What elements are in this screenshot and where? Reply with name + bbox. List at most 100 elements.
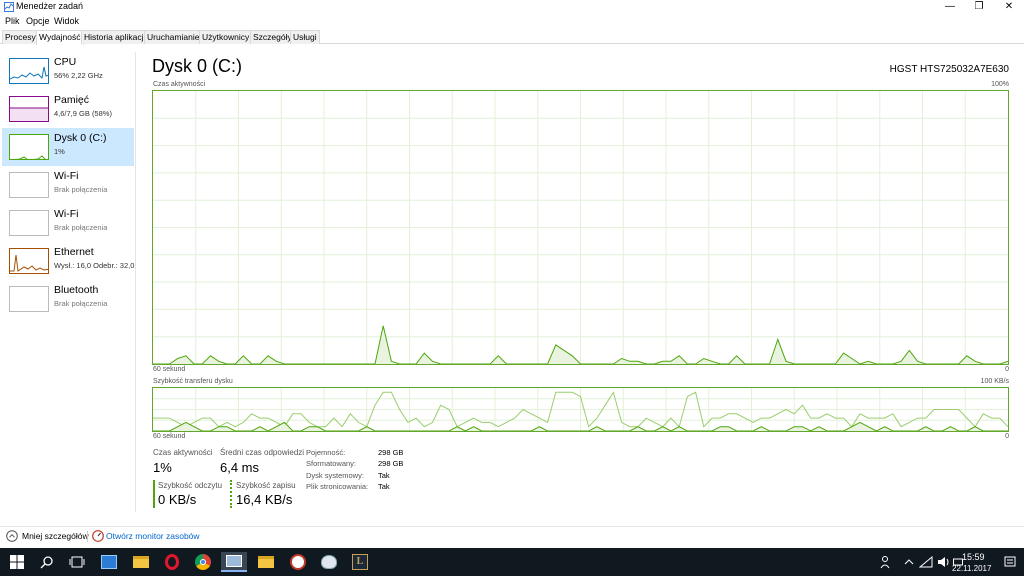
clock-time[interactable]: 15:59: [962, 552, 985, 562]
graph2-label: Szybkość transferu dysku: [153, 378, 233, 385]
file-explorer-icon[interactable]: [128, 552, 154, 572]
chrome-icon[interactable]: [190, 552, 216, 572]
resource-monitor-icon[interactable]: [92, 530, 104, 542]
sidebar-item-sub: Brak połączenia: [54, 299, 108, 308]
maximize-button[interactable]: ❐: [964, 0, 994, 14]
disk-thumbnail: [9, 134, 49, 160]
page-file-label: Plik stronicowania:: [306, 482, 369, 491]
search-icon[interactable]: [34, 552, 60, 572]
clock-date[interactable]: 22.11.2017: [952, 564, 991, 573]
bluetooth-thumbnail: [9, 286, 49, 312]
resource-sidebar: CPU 56% 2,22 GHz Pamięć 4,6/7,9 GB (58%)…: [0, 52, 136, 512]
window-title: Menedżer zadań: [16, 1, 84, 11]
menu-file[interactable]: Plik: [5, 16, 20, 26]
active-time-graph-svg: [153, 91, 1009, 365]
graph2-max: 100 KB/s: [980, 378, 1009, 385]
volume-icon[interactable]: [937, 556, 951, 568]
memory-thumbnail: [9, 96, 49, 122]
sidebar-item-ethernet[interactable]: Ethernet Wysł.: 16,0 Odebr.: 32,0: [2, 242, 134, 280]
chevron-up-icon[interactable]: [6, 530, 18, 542]
taskbar: L 15:59 22.11.2017: [0, 548, 1024, 576]
system-disk-value: Tak: [378, 471, 390, 480]
tab-processes[interactable]: Procesy: [2, 30, 39, 44]
read-rate-label: Szybkość odczytu: [158, 481, 223, 490]
page-file-value: Tak: [378, 482, 390, 491]
sidebar-item-label: Wi-Fi: [54, 208, 79, 220]
sidebar-item-label: Pamięć: [54, 94, 90, 106]
write-rate-marker: [230, 480, 232, 508]
sidebar-item-sub: 1%: [54, 147, 65, 156]
footer-divider: [87, 531, 88, 542]
sidebar-item-label: Wi-Fi: [54, 170, 79, 182]
sidebar-item-label: Dysk 0 (C:): [54, 132, 107, 144]
tab-details[interactable]: Szczegóły: [250, 30, 295, 44]
menu-bar: Plik Opcje Widok: [0, 14, 1024, 28]
notification-icon[interactable]: [1004, 556, 1016, 568]
graph1-min: 0: [1005, 366, 1009, 373]
page-title: Dysk 0 (C:): [152, 56, 242, 76]
task-manager-window: Menedżer zadań — ❐ ✕ Plik Opcje Widok Pr…: [0, 0, 1024, 548]
sidebar-item-bluetooth[interactable]: Bluetooth Brak połączenia: [2, 280, 134, 318]
sidebar-item-sub: Wysł.: 16,0 Odebr.: 32,0: [54, 261, 135, 270]
formatted-value: 298 GB: [378, 459, 404, 468]
clock-app-icon[interactable]: [285, 552, 311, 572]
menu-view[interactable]: Widok: [54, 16, 79, 26]
league-of-legends-icon[interactable]: L: [347, 552, 373, 572]
app-icon-blue[interactable]: [96, 552, 122, 572]
graph2-min: 0: [1005, 433, 1009, 440]
start-windows-icon[interactable]: [4, 552, 30, 572]
response-time-label: Średni czas odpowiedzi: [220, 448, 305, 457]
system-disk-label: Dysk systemowy:: [306, 471, 364, 480]
graph1-time: 60 sekund: [153, 366, 186, 373]
transfer-rate-graph-svg: [153, 388, 1009, 432]
minimize-button[interactable]: —: [935, 0, 965, 14]
tab-users[interactable]: Użytkownicy: [199, 30, 253, 44]
wifi-thumbnail: [9, 172, 49, 198]
formatted-label: Sformatowany:: [306, 459, 357, 468]
sidebar-item-wifi-1[interactable]: Wi-Fi Brak połączenia: [2, 166, 134, 204]
sidebar-item-label: CPU: [54, 56, 77, 68]
graph2-time: 60 sekund: [153, 433, 186, 440]
tab-services[interactable]: Usługi: [290, 30, 320, 44]
capacity-label: Pojemność:: [306, 448, 346, 457]
tab-startup[interactable]: Uruchamianie: [144, 30, 203, 44]
sidebar-item-label: Bluetooth: [54, 284, 99, 296]
footer: Mniej szczegółów Otwórz monitor zasobów: [0, 526, 1024, 546]
folder-icon[interactable]: [253, 552, 279, 572]
sidebar-item-cpu[interactable]: CPU 56% 2,22 GHz: [2, 52, 134, 90]
tab-app-history[interactable]: Historia aplikacji: [81, 30, 149, 44]
task-view-icon[interactable]: [64, 552, 90, 572]
title-bar: Menedżer zadań — ❐ ✕: [0, 0, 1024, 14]
sidebar-item-sub: Brak połączenia: [54, 223, 108, 232]
write-rate-label: Szybkość zapisu: [236, 481, 296, 490]
tab-performance[interactable]: Wydajność: [36, 30, 84, 45]
read-rate-marker: [153, 480, 155, 508]
write-rate-value: 16,4 KB/s: [236, 492, 293, 507]
opera-icon[interactable]: [159, 552, 185, 572]
task-manager-icon: [4, 2, 14, 12]
show-hidden-icons-icon[interactable]: [904, 558, 914, 566]
disk-model: HGST HTS725032A7E630: [889, 64, 1009, 75]
ethernet-thumbnail: [9, 248, 49, 274]
open-resource-monitor-link[interactable]: Otwórz monitor zasobów: [106, 531, 200, 541]
task-manager-taskbar-icon[interactable]: [221, 552, 247, 572]
sidebar-item-label: Ethernet: [54, 246, 94, 258]
cpu-thumbnail: [9, 58, 49, 84]
tab-strip: Procesy Wydajność Historia aplikacji Uru…: [0, 30, 1024, 45]
capacity-value: 298 GB: [378, 448, 404, 457]
paint-app-icon[interactable]: [316, 552, 342, 572]
people-icon[interactable]: [880, 555, 892, 569]
close-button[interactable]: ✕: [994, 0, 1024, 14]
menu-options[interactable]: Opcje: [26, 16, 50, 26]
read-rate-value: 0 KB/s: [158, 492, 197, 507]
fewer-details-button[interactable]: Mniej szczegółów: [22, 531, 89, 541]
graph1-label: Czas aktywności: [153, 81, 206, 88]
network-icon[interactable]: [919, 556, 933, 568]
sidebar-item-memory[interactable]: Pamięć 4,6/7,9 GB (58%): [2, 90, 134, 128]
sidebar-item-disk[interactable]: Dysk 0 (C:) 1%: [2, 128, 134, 166]
sidebar-item-sub: Brak połączenia: [54, 185, 108, 194]
sidebar-item-wifi-2[interactable]: Wi-Fi Brak połączenia: [2, 204, 134, 242]
active-time-label: Czas aktywności: [153, 448, 213, 457]
transfer-rate-graph: [152, 387, 1009, 432]
active-time-value: 1%: [153, 460, 172, 475]
